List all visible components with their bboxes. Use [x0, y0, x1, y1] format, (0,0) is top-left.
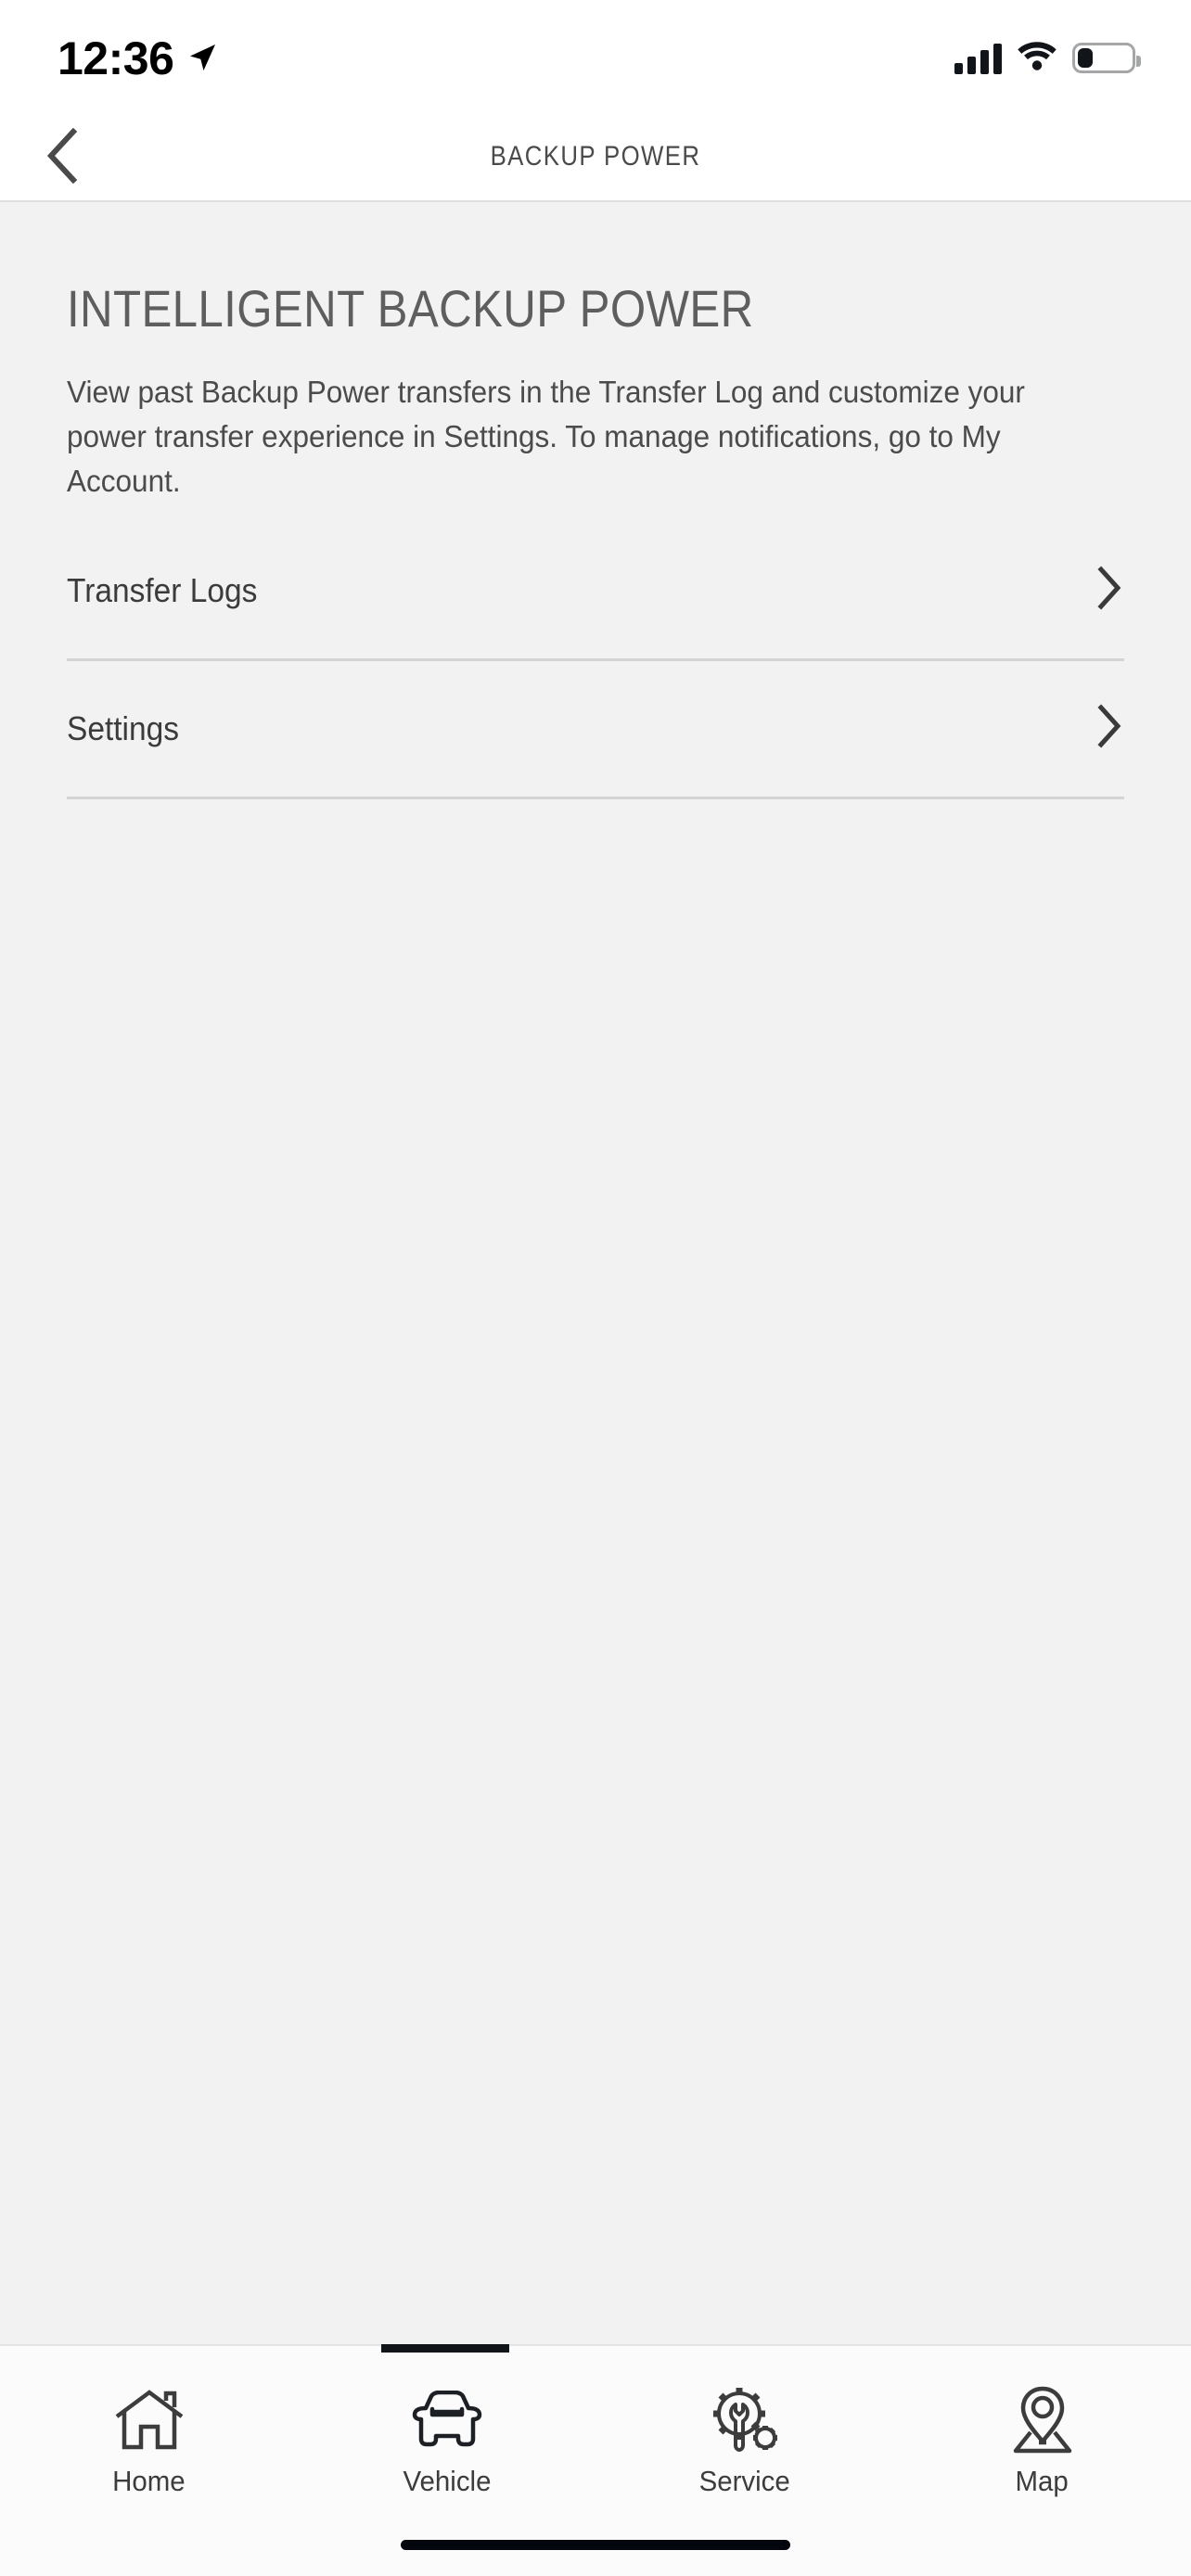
- location-arrow-icon: [186, 42, 218, 78]
- tab-label: Service: [698, 2465, 790, 2497]
- battery-icon: [1072, 43, 1141, 73]
- bottom-tab-bar: Home Vehicle Service Map: [0, 2344, 1191, 2576]
- list-divider: [67, 796, 1124, 799]
- main-content: INTELLIGENT BACKUP POWER View past Backu…: [0, 202, 1191, 2344]
- tab-label: Home: [112, 2465, 186, 2497]
- list-item-label: Transfer Logs: [67, 570, 258, 609]
- tab-home[interactable]: Home: [0, 2346, 298, 2576]
- wifi-icon: [1018, 41, 1057, 75]
- list-item-label: Settings: [67, 708, 179, 747]
- gear-wrench-icon: [708, 2385, 782, 2457]
- section-heading: INTELLIGENT BACKUP POWER: [67, 279, 754, 338]
- navigation-bar: BACKUP POWER: [0, 113, 1191, 202]
- chevron-left-icon: [42, 127, 83, 186]
- status-bar-right: [954, 41, 1141, 75]
- list-item-transfer-logs[interactable]: Transfer Logs: [67, 548, 1124, 633]
- map-pin-icon: [1008, 2385, 1077, 2457]
- app-screen: 12:36 BACKUP POWER INTELLIGENT BACKUP PO…: [0, 0, 1191, 2576]
- list-item-settings[interactable]: Settings: [67, 686, 1124, 772]
- cellular-signal-icon: [954, 43, 1002, 74]
- tab-map[interactable]: Map: [893, 2346, 1191, 2576]
- house-icon: [114, 2385, 185, 2457]
- tab-label: Map: [1015, 2465, 1069, 2497]
- car-front-icon: [410, 2385, 484, 2457]
- status-bar-left: 12:36: [58, 35, 218, 82]
- section-description: View past Backup Power transfers in the …: [67, 374, 1025, 498]
- home-indicator: [401, 2540, 790, 2550]
- status-bar-time: 12:36: [58, 32, 174, 84]
- chevron-right-icon: [1095, 566, 1122, 615]
- options-list: Transfer Logs Settings: [67, 548, 1124, 799]
- status-bar: 12:36: [0, 0, 1191, 113]
- tab-label: Vehicle: [403, 2465, 491, 2497]
- active-tab-indicator: [381, 2344, 509, 2353]
- page-title: BACKUP POWER: [490, 141, 701, 172]
- chevron-right-icon: [1095, 704, 1122, 753]
